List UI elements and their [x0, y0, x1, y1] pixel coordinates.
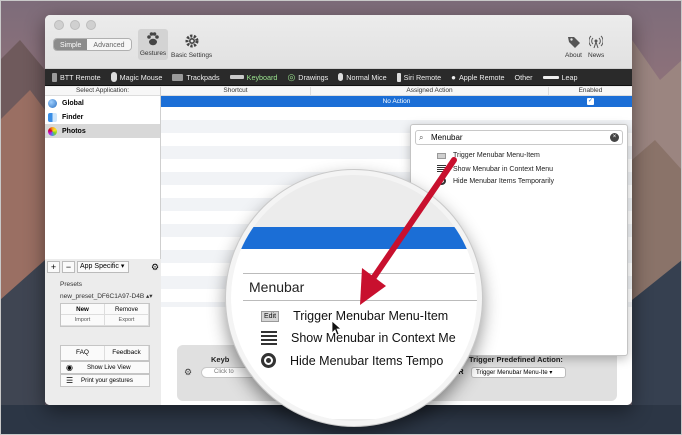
sidebar-item-global[interactable]: Global: [45, 96, 160, 110]
remove-preset-button[interactable]: Remove: [105, 304, 149, 315]
news-label: News: [588, 52, 605, 59]
sidebar-controls: + − App Specific ▾ ⚙ Presets new_preset_…: [45, 259, 161, 405]
tab-btt-remote[interactable]: BTT Remote: [47, 69, 106, 86]
table-header: Shortcut Assigned Action Enabled: [161, 87, 632, 96]
normal-mouse-icon: [338, 73, 344, 81]
trackpad-icon: [172, 73, 184, 81]
finder-icon: [48, 112, 57, 122]
table-row[interactable]: No Action ✓: [161, 96, 632, 107]
gestures-toolbar-button[interactable]: Gestures: [138, 29, 168, 60]
photos-icon: [48, 126, 57, 136]
about-label: About: [565, 52, 582, 59]
tab-trackpads[interactable]: Trackpads: [167, 69, 224, 86]
column-shortcut[interactable]: Shortcut: [161, 87, 311, 95]
tab-leap[interactable]: Leap: [538, 69, 583, 86]
hide-circle-icon: [437, 177, 446, 185]
zoomed-list-item: Edit Trigger Menubar Menu-Item: [261, 309, 448, 323]
import-preset-button[interactable]: Import: [61, 315, 105, 326]
app-sidebar: Select Application: Global Finder Photos…: [45, 87, 161, 405]
tab-keyboard[interactable]: Keyboard: [225, 69, 283, 86]
about-toolbar-button[interactable]: About: [565, 35, 582, 59]
column-enabled[interactable]: Enabled: [549, 87, 632, 95]
zoomed-list-item: Hide Menubar Items Tempo: [261, 353, 443, 368]
broadcast-icon: [589, 35, 604, 49]
basic-settings-label: Basic Settings: [171, 52, 213, 59]
feedback-button[interactable]: Feedback: [105, 346, 149, 360]
row-action: No Action: [382, 98, 411, 105]
sidebar-gear-icon[interactable]: ⚙: [151, 262, 159, 273]
clear-search-icon[interactable]: ×: [610, 133, 619, 142]
tab-drawings[interactable]: ◎ Drawings: [282, 69, 333, 86]
edit-icon: Edit: [261, 310, 280, 322]
tab-normal-mice[interactable]: Normal Mice: [333, 69, 391, 86]
mode-simple-button[interactable]: Simple: [54, 39, 88, 50]
list-item[interactable]: Trigger Menubar Menu-Item: [437, 152, 540, 159]
export-preset-button[interactable]: Export: [105, 315, 149, 326]
help-buttons: FAQ Feedback: [60, 345, 150, 361]
eye-icon: ◉: [66, 363, 73, 372]
device-tabs: BTT Remote Magic Mouse Trackpads Keyboar…: [45, 69, 632, 86]
presets-label: Presets: [60, 281, 83, 288]
siri-remote-icon: [396, 72, 401, 82]
search-icon: ⌕: [419, 133, 424, 142]
list-item[interactable]: Show Menubar in Context Menu: [437, 165, 553, 173]
remote-icon: [52, 72, 57, 82]
gestures-label: Gestures: [139, 50, 167, 57]
tab-magic-mouse[interactable]: Magic Mouse: [106, 69, 168, 86]
tab-siri-remote[interactable]: Siri Remote: [392, 69, 447, 86]
drawing-icon: ◎: [287, 71, 296, 82]
basic-settings-toolbar-button[interactable]: Basic Settings: [171, 31, 212, 59]
settings-gear-icon[interactable]: ⚙: [184, 367, 192, 378]
tab-apple-remote[interactable]: ● Apple Remote: [446, 69, 509, 86]
mode-switch: Simple Advanced: [53, 38, 132, 51]
keyboard-shortcut-label: Keyb: [211, 355, 230, 364]
sidebar-item-photos[interactable]: Photos: [45, 124, 160, 138]
news-toolbar-button[interactable]: News: [588, 35, 604, 59]
sidebar-header: Select Application:: [45, 87, 160, 96]
sidebar-item-finder[interactable]: Finder: [45, 110, 160, 124]
keyboard-icon: [229, 75, 244, 79]
action-search-input[interactable]: ⌕ Menubar ×: [415, 130, 623, 145]
globe-icon: [48, 98, 57, 108]
app-specific-select[interactable]: App Specific ▾: [77, 261, 129, 273]
close-window-button[interactable]: [54, 20, 64, 30]
apple-icon: ●: [451, 72, 456, 82]
tab-other[interactable]: Other: [510, 69, 538, 86]
trigger-predefined-label: Trigger Predefined Action:: [469, 355, 563, 364]
print-gestures-button[interactable]: ☰ Print your gestures: [60, 374, 150, 387]
mouse-cursor-icon: [331, 320, 343, 336]
tag-icon: [567, 37, 580, 48]
predefined-action-select[interactable]: Trigger Menubar Menu-Ite ▾: [471, 367, 566, 378]
show-live-view-button[interactable]: ◉ Show Live View: [60, 361, 150, 374]
preset-buttons: New Remove Import Export: [60, 303, 150, 327]
mouse-icon: [110, 72, 117, 82]
menu-lines-icon: [261, 331, 277, 345]
mode-advanced-button[interactable]: Advanced: [87, 39, 131, 50]
list-item[interactable]: Hide Menubar Items Temporarily: [437, 177, 554, 185]
gear-icon: [185, 34, 199, 48]
zoomed-selected-row: [231, 227, 477, 249]
list-icon: ☰: [66, 376, 74, 385]
column-assigned-action[interactable]: Assigned Action: [311, 87, 549, 95]
paw-icon: [147, 32, 159, 46]
leap-icon: [542, 75, 559, 79]
app-list-controls: + − App Specific ▾: [47, 261, 129, 273]
menu-lines-icon: [437, 165, 446, 173]
magnifier-callout: Menubar Edit Trigger Menubar Menu-Item S…: [226, 170, 482, 426]
zoomed-search-field: Menubar: [243, 273, 477, 301]
preset-select[interactable]: new_preset_DF6C1A97-D4B ▴▾: [60, 292, 153, 300]
add-app-button[interactable]: +: [47, 261, 60, 273]
hide-circle-icon: [261, 353, 276, 368]
toolbar: Simple Advanced Gestures Basic Settings …: [45, 15, 632, 69]
minimize-window-button[interactable]: [70, 20, 80, 30]
remove-app-button[interactable]: −: [62, 261, 75, 273]
window-controls: [54, 20, 96, 30]
zoomed-list-item: Show Menubar in Context Me: [261, 331, 456, 345]
zoom-window-button[interactable]: [86, 20, 96, 30]
edit-icon: [437, 152, 446, 159]
enabled-checkbox[interactable]: ✓: [587, 98, 594, 105]
faq-button[interactable]: FAQ: [61, 346, 105, 360]
new-preset-button[interactable]: New: [61, 304, 105, 315]
